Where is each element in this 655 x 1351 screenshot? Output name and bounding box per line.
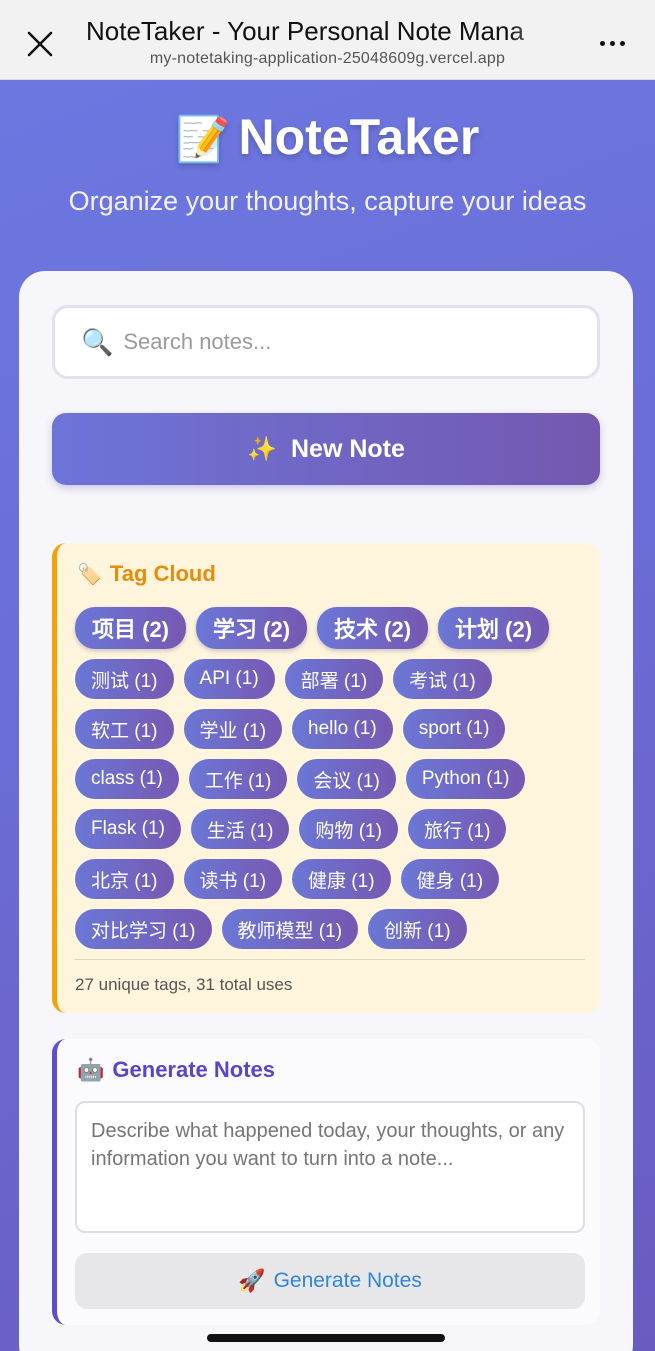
memo-icon: 📝	[175, 115, 231, 164]
sparkles-icon: ✨	[247, 435, 277, 463]
tag-pill[interactable]: Flask (1)	[75, 809, 181, 849]
new-note-button[interactable]: ✨ New Note	[52, 413, 600, 485]
tag-pill[interactable]: 计划 (2)	[438, 607, 550, 649]
generate-notes-section: 🤖 Generate Notes 🚀 Generate Notes	[52, 1039, 600, 1325]
rocket-icon: 🚀	[238, 1268, 266, 1293]
tag-pill[interactable]: 软工 (1)	[75, 709, 174, 749]
tag-pill[interactable]: hello (1)	[292, 709, 393, 749]
app-subtitle: Organize your thoughts, capture your ide…	[68, 186, 587, 216]
tag-list: 项目 (2) 学习 (2) 技术 (2) 计划 (2) 测试 (1) API (1) 部署 …	[75, 607, 595, 949]
generate-notes-input[interactable]	[75, 1101, 585, 1233]
tag-pill[interactable]: 会议 (1)	[297, 759, 396, 799]
tag-pill[interactable]: 旅行 (1)	[407, 809, 507, 849]
tag-summary: 27 unique tags, 31 total uses	[75, 975, 293, 994]
tag-pill[interactable]: 工作 (1)	[188, 759, 288, 799]
tag-pill[interactable]: 购物 (1)	[299, 809, 398, 849]
tag-pill[interactable]: 对比学习 (1)	[75, 909, 212, 949]
tag-pill[interactable]: 学习 (2)	[196, 607, 308, 649]
more-options-icon[interactable]	[592, 28, 632, 58]
browser-url[interactable]: my-notetaking-application-25048609g.verc…	[0, 50, 655, 68]
tag-pill[interactable]: 部署 (1)	[284, 659, 384, 699]
tag-cloud-heading: 🏷️ Tag Cloud	[77, 561, 216, 587]
tag-pill[interactable]: 健身 (1)	[400, 859, 500, 899]
new-note-label: New Note	[290, 434, 405, 463]
robot-icon: 🤖	[77, 1057, 105, 1082]
tag-pill[interactable]: 学业 (1)	[183, 709, 283, 749]
browser-page-title: NoteTaker - Your Personal Note Mana	[86, 16, 524, 46]
tag-icon: 🏷️	[77, 563, 102, 586]
search-box[interactable]: 🔍	[52, 305, 600, 379]
tag-cloud-title: Tag Cloud	[109, 561, 216, 586]
generate-notes-button-label: Generate Notes	[273, 1269, 422, 1292]
tag-pill[interactable]: 考试 (1)	[393, 659, 492, 699]
tag-pill[interactable]: class (1)	[75, 759, 179, 799]
generate-notes-button[interactable]: 🚀 Generate Notes	[75, 1253, 585, 1309]
search-icon: 🔍	[81, 326, 114, 357]
app-title-text: NoteTaker	[238, 109, 480, 165]
tag-pill[interactable]: API (1)	[183, 659, 275, 699]
tag-pill[interactable]: 教师模型 (1)	[221, 909, 359, 949]
tag-pill[interactable]: sport (1)	[402, 709, 506, 749]
generate-notes-heading: 🤖 Generate Notes	[77, 1057, 275, 1083]
divider	[75, 959, 585, 960]
tag-pill[interactable]: 生活 (1)	[190, 809, 290, 849]
search-input[interactable]	[123, 329, 564, 355]
tag-pill[interactable]: 技术 (2)	[317, 607, 429, 649]
tag-pill[interactable]: 北京 (1)	[75, 859, 174, 899]
tag-pill[interactable]: 项目 (2)	[75, 607, 187, 649]
tag-pill[interactable]: 健康 (1)	[292, 859, 391, 899]
app-title: 📝 NoteTaker	[0, 108, 655, 166]
tag-pill[interactable]: 读书 (1)	[183, 859, 283, 899]
generate-notes-title: Generate Notes	[112, 1057, 276, 1082]
main-card: 🔍 ✨ New Note 🏷️ Tag Cloud 项目 (2)学习 (2)技术…	[19, 271, 633, 1351]
browser-header: NoteTaker - Your Personal Note Mana my-n…	[0, 0, 655, 80]
tag-pill[interactable]: 创新 (1)	[368, 909, 467, 949]
home-indicator	[207, 1334, 445, 1342]
tag-pill[interactable]: 测试 (1)	[75, 659, 174, 699]
tag-pill[interactable]: Python (1)	[405, 759, 526, 799]
tag-cloud-section: 🏷️ Tag Cloud 项目 (2) 学习 (2) 技术 (2) 计划 (2) 测试 …	[52, 543, 600, 1013]
